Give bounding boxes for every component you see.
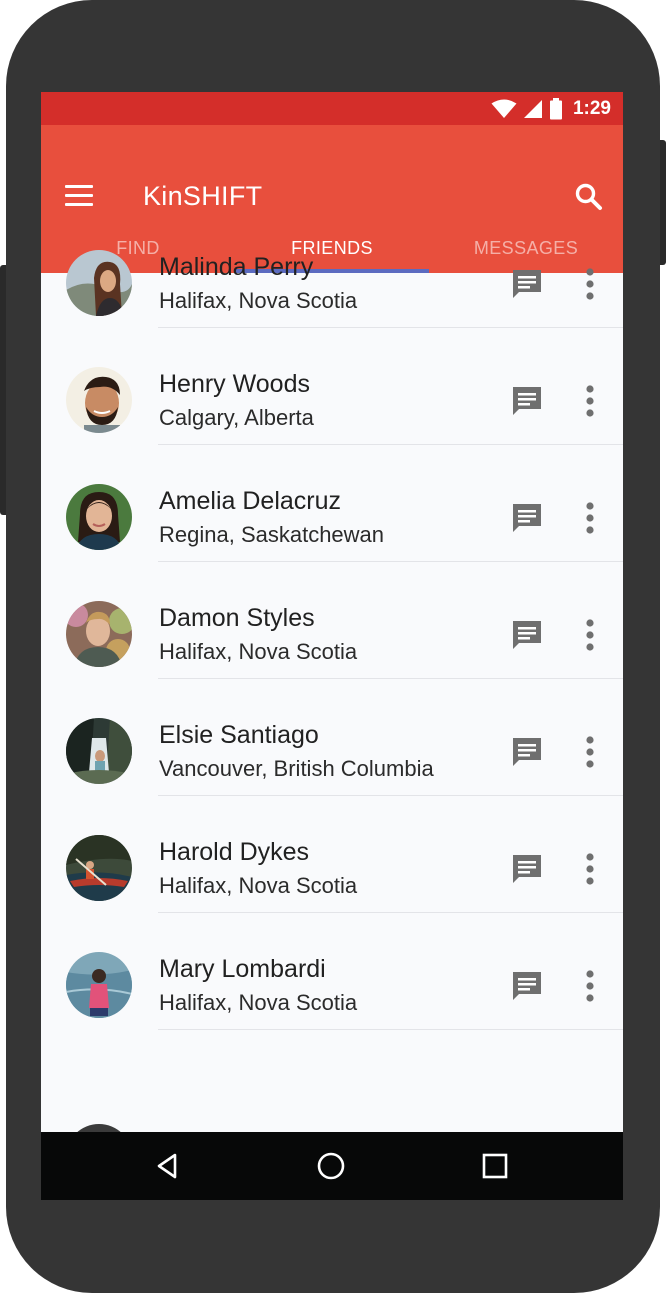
friend-name: Damon Styles	[159, 604, 315, 632]
message-icon	[513, 972, 541, 1000]
recents-button[interactable]	[479, 1150, 511, 1182]
message-icon	[513, 387, 541, 415]
back-button[interactable]	[152, 1150, 184, 1182]
list-item[interactable]: Mary Lombardi Halifax, Nova Scotia	[41, 913, 623, 1030]
signal-icon	[523, 99, 542, 118]
screen: 1:29 KinSHIFT FIND FRIENDS MESSAGES Mali…	[41, 92, 623, 1200]
friend-name: Mary Lombardi	[159, 955, 326, 983]
app-title: KinSHIFT	[143, 181, 263, 211]
friend-location: Calgary, Alberta	[159, 405, 314, 430]
more-vert-icon	[586, 970, 594, 1002]
friend-name: Malinda Perry	[159, 253, 314, 281]
battery-icon	[549, 97, 562, 119]
volume-button	[0, 265, 6, 515]
more-options-button[interactable]	[577, 734, 603, 770]
message-button[interactable]	[510, 618, 544, 652]
power-button	[660, 140, 666, 265]
status-bar: 1:29	[41, 92, 623, 125]
more-vert-icon	[586, 502, 594, 534]
status-time: 1:29	[572, 97, 611, 119]
more-options-button[interactable]	[577, 383, 603, 419]
more-options-button[interactable]	[577, 500, 603, 536]
friend-location: Vancouver, British Columbia	[159, 756, 434, 781]
search-button[interactable]	[573, 181, 605, 213]
home-icon	[317, 1152, 345, 1180]
avatar	[66, 250, 132, 316]
list-item[interactable]: Elsie Santiago Vancouver, British Columb…	[41, 679, 623, 796]
wifi-icon	[491, 99, 517, 118]
more-vert-icon	[586, 619, 594, 651]
message-button[interactable]	[510, 969, 544, 1003]
friend-location: Halifax, Nova Scotia	[159, 288, 358, 313]
friend-name: Harold Dykes	[159, 838, 310, 866]
list-item[interactable]: Harold Dykes Halifax, Nova Scotia	[41, 796, 623, 913]
more-vert-icon	[586, 736, 594, 768]
friend-location: Halifax, Nova Scotia	[159, 990, 358, 1015]
list-item[interactable]: Henry Woods Calgary, Alberta	[41, 328, 623, 445]
message-button[interactable]	[510, 501, 544, 535]
more-options-button[interactable]	[577, 266, 603, 302]
more-options-button[interactable]	[577, 617, 603, 653]
home-button[interactable]	[315, 1150, 347, 1182]
more-options-button[interactable]	[577, 851, 603, 887]
friend-location: Regina, Saskatchewan	[159, 522, 385, 547]
message-icon	[513, 504, 541, 532]
avatar	[66, 484, 132, 550]
more-vert-icon	[586, 268, 594, 300]
message-button[interactable]	[510, 384, 544, 418]
more-vert-icon	[586, 385, 594, 417]
avatar	[66, 367, 132, 433]
recents-icon	[482, 1153, 508, 1179]
more-options-button[interactable]	[577, 968, 603, 1004]
friend-name: Amelia Delacruz	[159, 487, 342, 515]
message-button[interactable]	[510, 267, 544, 301]
friend-name: Henry Woods	[159, 370, 310, 398]
list-item[interactable]: Amelia Delacruz Regina, Saskatchewan	[41, 445, 623, 562]
message-icon	[513, 270, 541, 298]
avatar	[66, 718, 132, 784]
back-icon	[157, 1153, 177, 1179]
message-button[interactable]	[510, 852, 544, 886]
list-item[interactable]: Malinda Perry Halifax, Nova Scotia	[41, 211, 623, 328]
menu-button[interactable]	[65, 185, 95, 207]
friend-name: Elsie Santiago	[159, 721, 319, 749]
friend-location: Halifax, Nova Scotia	[159, 639, 358, 664]
avatar	[66, 952, 132, 1018]
list-item[interactable]: Damon Styles Halifax, Nova Scotia	[41, 562, 623, 679]
friend-location: Halifax, Nova Scotia	[159, 873, 358, 898]
message-icon	[513, 738, 541, 766]
message-button[interactable]	[510, 735, 544, 769]
navigation-bar	[41, 1132, 623, 1200]
message-icon	[513, 621, 541, 649]
message-icon	[513, 855, 541, 883]
avatar	[66, 601, 132, 667]
more-vert-icon	[586, 853, 594, 885]
avatar	[66, 835, 132, 901]
search-icon	[575, 183, 602, 210]
